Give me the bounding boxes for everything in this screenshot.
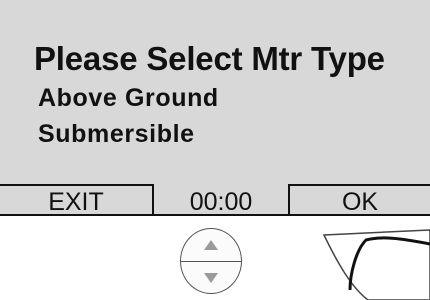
controller-panel: Please Select Mtr Type Above Ground Subm… bbox=[0, 0, 430, 300]
up-down-button bbox=[180, 228, 242, 294]
triangle-up-icon bbox=[204, 240, 218, 250]
time-display: 00:00 bbox=[189, 188, 253, 216]
triangle-down-icon bbox=[204, 273, 218, 283]
lcd-screen: Please Select Mtr Type Above Ground Subm… bbox=[0, 0, 430, 216]
ok-hard-key[interactable] bbox=[322, 222, 430, 300]
up-button[interactable] bbox=[181, 229, 241, 261]
softkey-bar: EXIT 00:00 OK bbox=[0, 184, 430, 216]
option-above-ground[interactable]: Above Ground bbox=[38, 84, 219, 113]
exit-softkey[interactable]: EXIT bbox=[0, 184, 154, 216]
ok-softkey[interactable]: OK bbox=[288, 184, 430, 216]
down-button[interactable] bbox=[181, 262, 241, 293]
option-submersible[interactable]: Submersible bbox=[38, 120, 195, 149]
check-swoosh-icon bbox=[322, 229, 430, 300]
screen-title: Please Select Mtr Type bbox=[34, 40, 385, 77]
